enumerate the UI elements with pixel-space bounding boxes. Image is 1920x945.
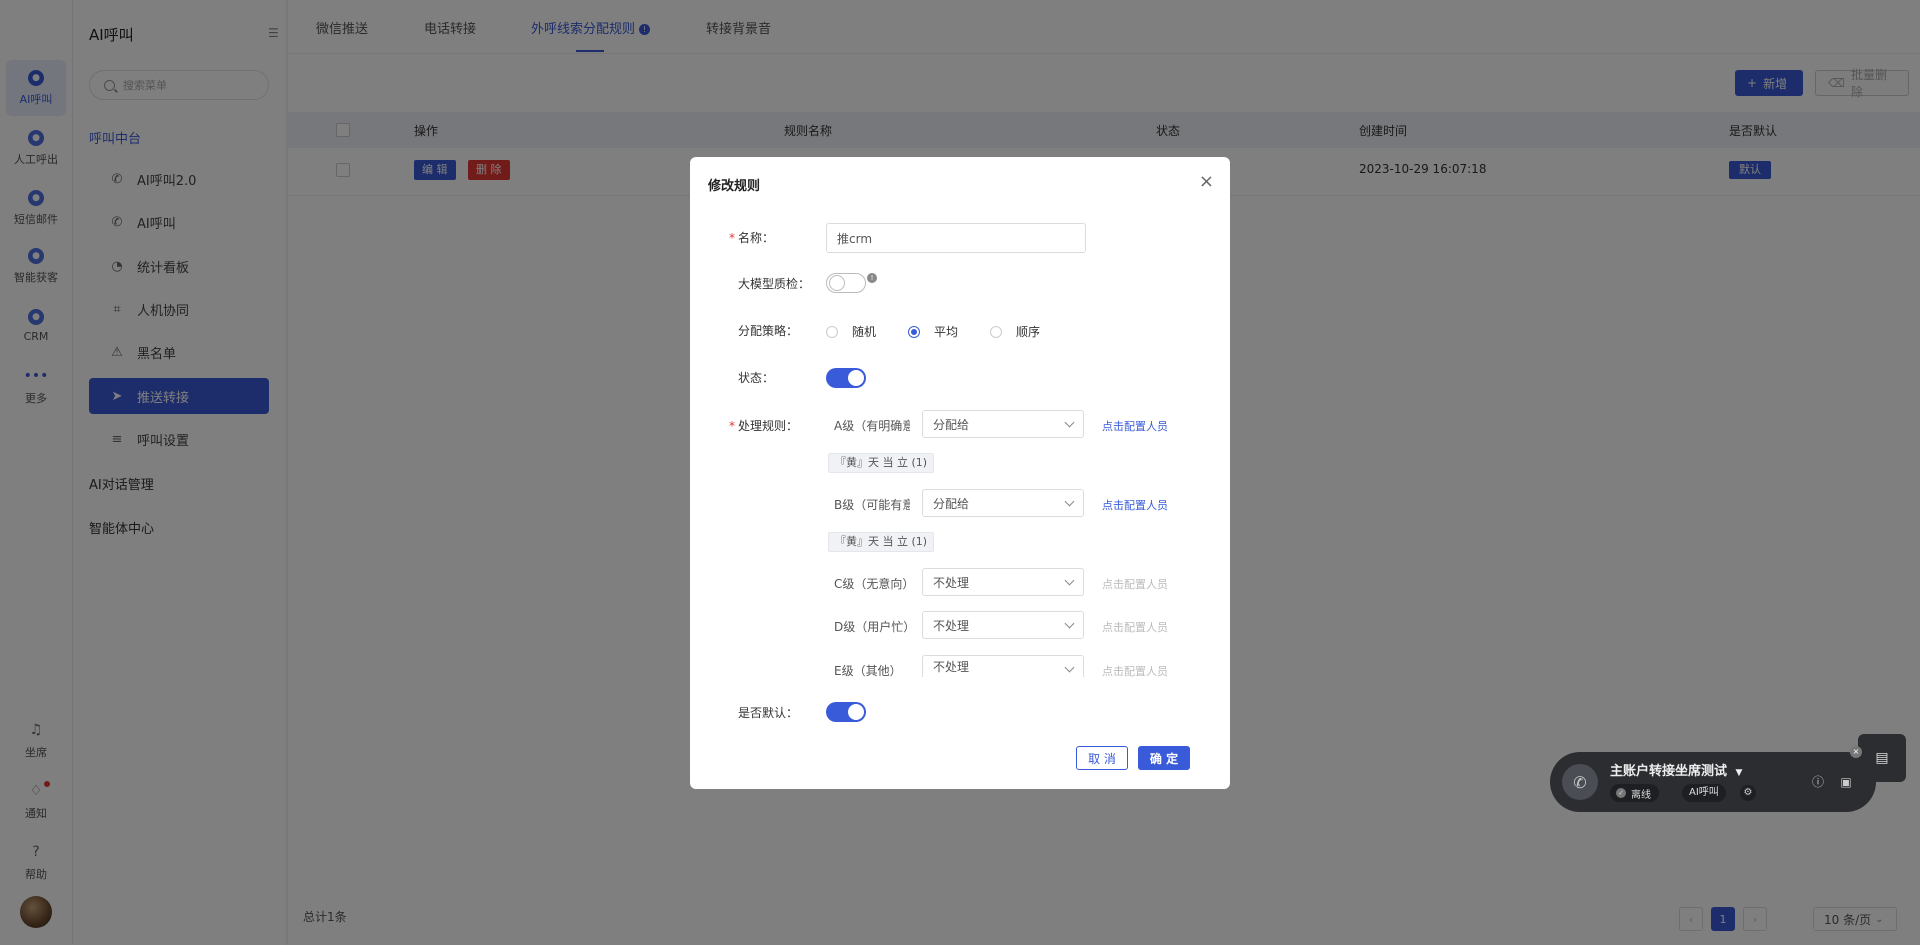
rule-level-b: B级（可能有意向） — [834, 498, 910, 512]
softphone-mode[interactable]: AI呼叫 — [1682, 784, 1726, 802]
toggle-knob — [848, 370, 864, 386]
rules-label-text: 处理规则： — [738, 419, 799, 433]
strategy-radio-average[interactable]: 平均 — [908, 323, 958, 340]
rule-c-action-select[interactable]: 不处理 — [922, 568, 1084, 596]
rule-d-action-select[interactable]: 不处理 — [922, 611, 1084, 639]
dialog-title: 修改规则 — [708, 179, 761, 194]
softphone-account-name[interactable]: 主账户转接坐席测试 ▼ — [1610, 760, 1742, 779]
gear-icon[interactable]: ⚙ — [1740, 785, 1756, 801]
select-value: 不处理 — [933, 618, 970, 633]
status-toggle[interactable] — [826, 368, 866, 388]
rule-b-person-tag: 『黄』天 当 立 (1) — [828, 532, 935, 552]
chevron-down-icon — [1064, 662, 1075, 673]
chat-button[interactable]: ▤ — [1858, 734, 1906, 782]
close-icon[interactable]: × — [1199, 171, 1214, 192]
radio-label: 平均 — [934, 325, 959, 339]
name-input[interactable]: 推crm — [826, 223, 1086, 253]
radio-label: 顺序 — [1016, 325, 1041, 339]
phone-icon: ✆ — [1562, 764, 1598, 800]
rule-c-config-link: 点击配置人员 — [1102, 578, 1168, 591]
rule-a-action-select[interactable]: 分配给 — [922, 410, 1084, 438]
status-label: 状态： — [738, 371, 775, 385]
strategy-radio-random[interactable]: 随机 — [826, 323, 876, 340]
select-value: 分配给 — [933, 417, 970, 432]
toggle-knob — [829, 275, 845, 291]
chat-close-icon[interactable]: × — [1850, 746, 1862, 758]
rule-level-a: A级（有明确意向） — [834, 419, 910, 433]
rule-a-config-link[interactable]: 点击配置人员 — [1102, 418, 1168, 434]
rule-e-action-select[interactable]: 不处理 — [922, 655, 1084, 677]
rule-d-config-link: 点击配置人员 — [1102, 621, 1168, 634]
strategy-radio-sequential[interactable]: 顺序 — [990, 323, 1040, 340]
name-label: * 名称： — [729, 229, 774, 246]
rule-level-d: D级（用户忙） — [834, 620, 910, 634]
info-icon[interactable]: ! — [867, 273, 877, 283]
strategy-label: 分配策略： — [738, 324, 799, 338]
radio-circle — [826, 325, 838, 338]
caret-down-icon: ▼ — [1735, 768, 1743, 778]
rule-b-config-link[interactable]: 点击配置人员 — [1102, 497, 1168, 513]
llm-qc-label: 大模型质检： — [738, 277, 811, 291]
picture-in-picture-icon[interactable]: ▣ — [1838, 774, 1854, 790]
softphone-status-text: 离线 — [1631, 789, 1651, 801]
is-default-toggle[interactable] — [826, 702, 866, 722]
rule-b-action-select[interactable]: 分配给 — [922, 489, 1084, 517]
confirm-button[interactable]: 确 定 — [1138, 746, 1190, 770]
is-default-label: 是否默认： — [738, 706, 799, 720]
radio-circle-selected — [908, 325, 920, 338]
check-icon: ✓ — [1616, 788, 1626, 798]
rules-label: * 处理规则： — [729, 417, 798, 434]
name-label-text: 名称： — [738, 231, 775, 245]
rule-level-e: E级（其他） — [834, 664, 902, 678]
chevron-down-icon — [1064, 417, 1075, 428]
required-mark: * — [729, 231, 735, 245]
rule-level-c: C级（无意向） — [834, 577, 910, 591]
select-value: 不处理 — [933, 660, 970, 674]
chevron-down-icon — [1064, 618, 1075, 629]
rule-e-config-link: 点击配置人员 — [1102, 665, 1168, 678]
llm-qc-toggle[interactable] — [826, 273, 866, 293]
rule-a-person-tag: 『黄』天 当 立 (1) — [828, 453, 935, 473]
select-value: 分配给 — [933, 496, 970, 511]
name-input-value: 推crm — [837, 231, 873, 246]
radio-circle — [990, 325, 1002, 338]
info-icon[interactable]: ⓘ — [1810, 774, 1826, 790]
required-mark: * — [729, 419, 735, 433]
select-value: 不处理 — [933, 575, 970, 590]
edit-rule-dialog: 修改规则 × * 名称： 推crm 大模型质检： ! 分配策略： 随机 平均 顺序… — [690, 157, 1230, 789]
radio-label: 随机 — [852, 325, 877, 339]
chevron-down-icon — [1064, 575, 1075, 586]
softphone-widget[interactable]: ✆ 主账户转接坐席测试 ▼ ✓ 离线 AI呼叫 ⚙ ⓘ ▣ — [1550, 752, 1876, 812]
softphone-status[interactable]: ✓ 离线 — [1610, 784, 1659, 802]
toggle-knob — [848, 704, 864, 720]
cancel-button[interactable]: 取 消 — [1076, 746, 1128, 770]
chevron-down-icon — [1064, 496, 1075, 507]
chat-icon: ▤ — [1875, 750, 1889, 766]
softphone-name-text: 主账户转接坐席测试 — [1610, 764, 1728, 779]
